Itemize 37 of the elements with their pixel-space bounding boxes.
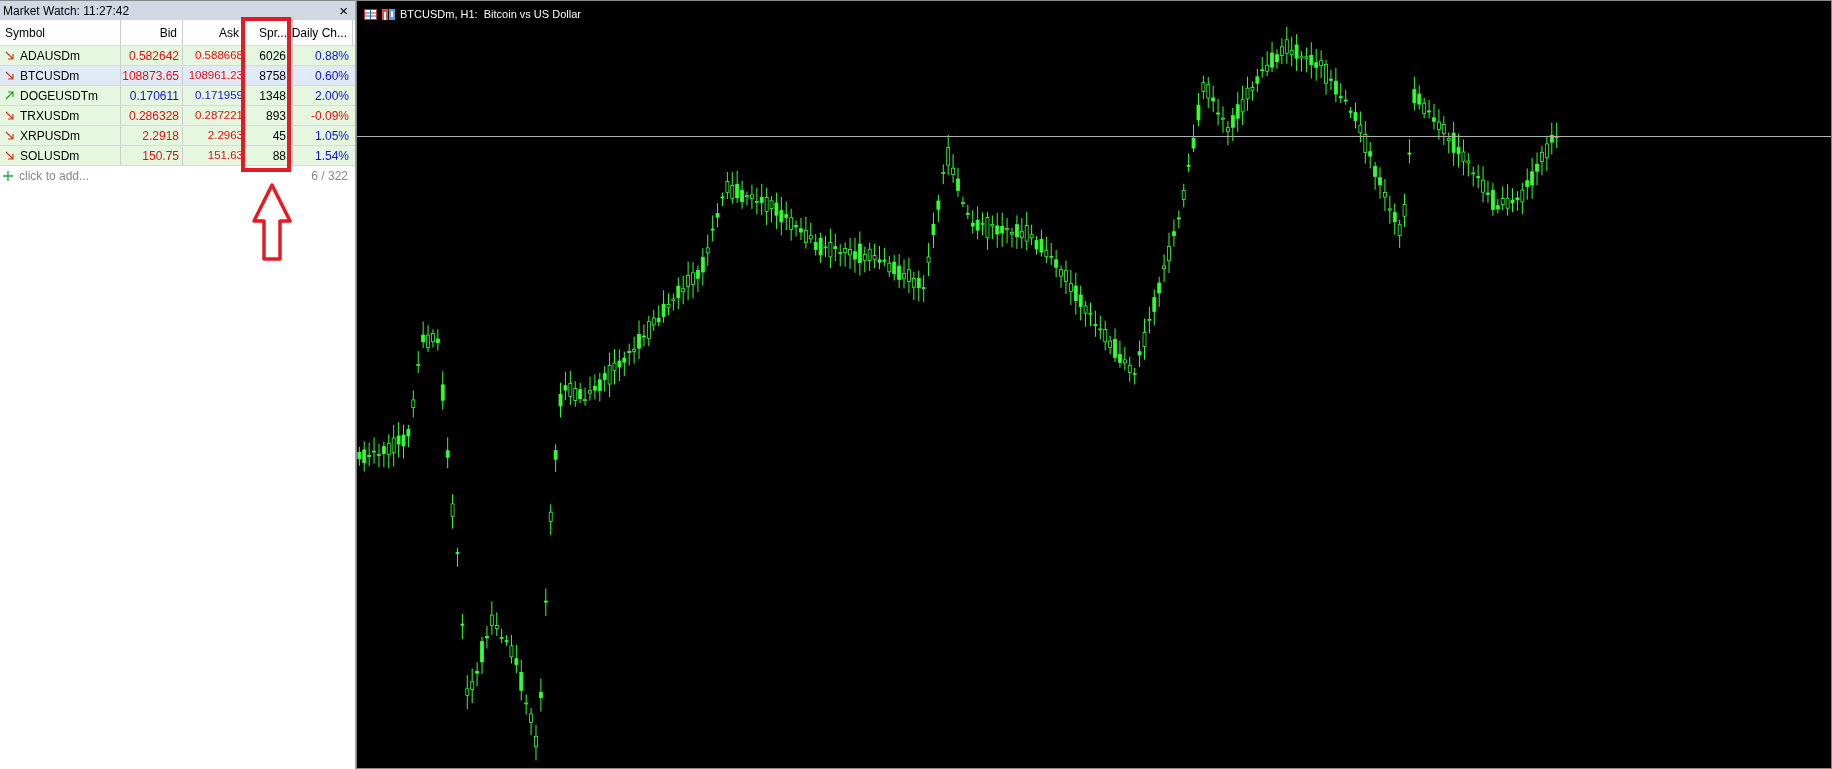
daily-change-cell-text: 0.88% <box>313 47 350 65</box>
spread-cell: 8758 <box>245 66 293 85</box>
column-header[interactable]: Bid <box>121 20 183 45</box>
bid-cell: 0.170611 <box>121 86 183 105</box>
daily-change-cell-text: 1.54% <box>313 147 350 165</box>
spread-cell: 1348 <box>245 86 293 105</box>
daily-change-cell-text: -0.09% <box>309 107 350 125</box>
add-symbol-link[interactable]: click to add... <box>19 167 90 185</box>
spread-cell: 893 <box>245 106 293 125</box>
chart-title: BTCUSDm, H1: Bitcoin vs US Dollar <box>400 7 581 22</box>
column-header[interactable]: Daily Ch... <box>293 20 353 45</box>
close-button[interactable]: × <box>335 3 352 18</box>
symbol-cell-text: DOGEUSDTm <box>20 87 98 105</box>
spread-cell: 45 <box>245 126 293 145</box>
symbol-cell-text: ADAUSDm <box>20 47 80 65</box>
symbol-cell-text: BTCUSDm <box>20 67 80 85</box>
chart-window-icon <box>382 8 395 20</box>
daily-change-cell-text: 0.60% <box>313 67 350 85</box>
table-icon <box>364 8 377 20</box>
column-header[interactable]: Ask <box>183 20 245 45</box>
bid-cell: 0.286328 <box>121 106 183 125</box>
symbol-count: 6 / 322 <box>311 168 349 185</box>
bid-cell: 108873.65 <box>121 66 183 85</box>
bid-cell: 0.582642 <box>121 46 183 65</box>
spread-cell: 88 <box>245 146 293 165</box>
symbol-cell-text: XRPUSDm <box>20 127 80 145</box>
symbol-cell-text: SOLUSDm <box>20 147 80 165</box>
bid-cell: 2.2918 <box>121 126 183 145</box>
plus-icon <box>3 171 13 181</box>
daily-change-cell-text: 1.05% <box>313 127 350 145</box>
symbol-cell-text: TRXUSDm <box>20 107 80 125</box>
bid-cell: 150.75 <box>121 146 183 165</box>
column-header[interactable]: Spr... <box>245 20 293 45</box>
daily-change-cell-text: 2.00% <box>313 87 350 105</box>
spread-cell: 6026 <box>245 46 293 65</box>
column-header[interactable]: Symbol <box>0 20 121 45</box>
panel-title: Market Watch: 11:27:42 <box>3 2 130 20</box>
